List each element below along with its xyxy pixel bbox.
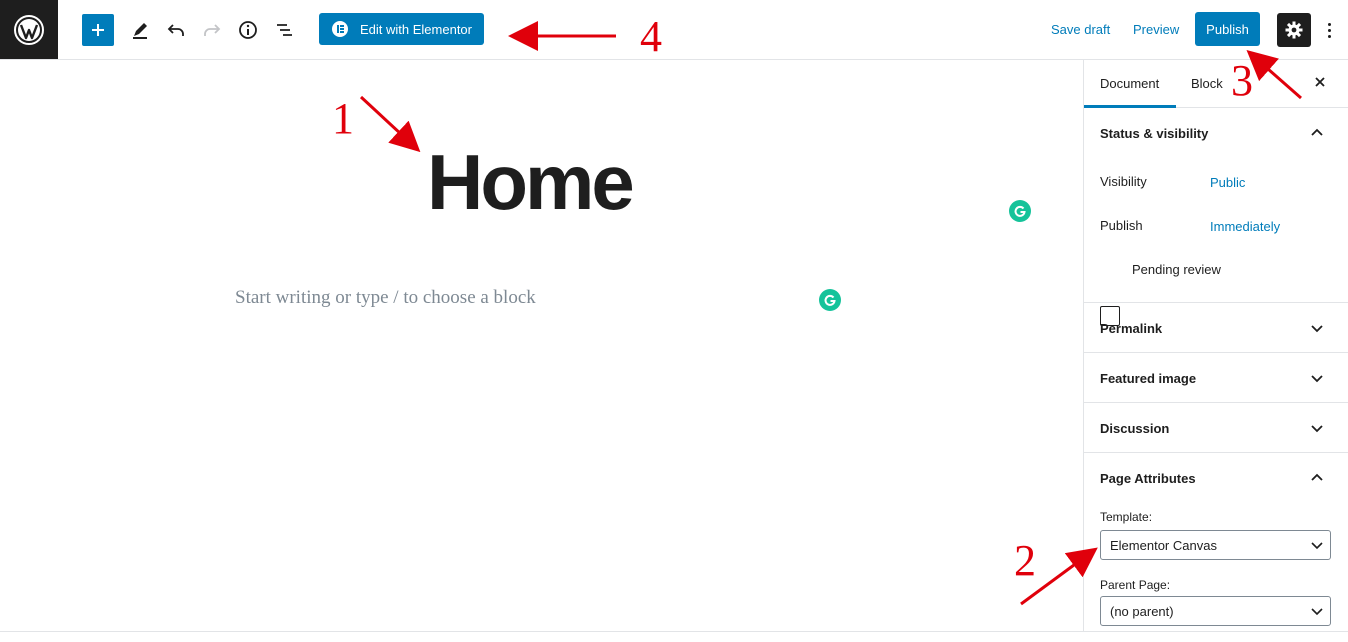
tab-block[interactable]: Block — [1191, 76, 1223, 91]
block-placeholder[interactable]: Start writing or type / to choose a bloc… — [235, 287, 536, 309]
info-icon — [239, 21, 257, 39]
annotation-number-1: 1 — [332, 94, 354, 143]
edit-with-elementor-button[interactable]: Edit with Elementor — [319, 13, 484, 45]
pencil-icon — [133, 23, 147, 39]
redo-button[interactable] — [200, 18, 224, 42]
settings-sidebar: Document Block Status & visibility Visib… — [1083, 60, 1348, 631]
arrow-to-title — [359, 95, 421, 153]
redo-icon — [204, 24, 221, 36]
more-options-button[interactable] — [1322, 18, 1336, 42]
parent-page-select-value: (no parent) — [1110, 604, 1174, 619]
visibility-label: Visibility — [1100, 174, 1147, 189]
discussion-panel[interactable]: Discussion — [1084, 403, 1348, 453]
sidebar-tabs: Document Block — [1084, 60, 1348, 108]
chevron-down-icon — [1311, 542, 1323, 550]
chevron-up-icon — [1311, 473, 1323, 481]
chevron-up-icon — [1311, 128, 1323, 136]
panel-head: Discussion — [1084, 403, 1348, 452]
block-navigation-button[interactable] — [272, 18, 296, 42]
chevron-down-icon — [1311, 375, 1323, 383]
status-visibility-panel: Status & visibility Visibility Public Pu… — [1084, 108, 1348, 326]
publish-date-link[interactable]: Immediately — [1210, 219, 1280, 234]
panel-head: Featured image — [1084, 353, 1348, 402]
chevron-down-icon — [1311, 425, 1323, 433]
grammarly-icon[interactable] — [819, 289, 841, 311]
undo-button[interactable] — [164, 18, 188, 42]
settings-button[interactable] — [1277, 13, 1311, 47]
template-label: Template: — [1100, 510, 1153, 524]
panel-title: Featured image — [1100, 371, 1197, 386]
status-visibility-toggle[interactable]: Status & visibility — [1084, 108, 1348, 157]
annotation-number-2: 2 — [1014, 536, 1036, 585]
page-title[interactable]: Home — [427, 137, 635, 228]
close-icon[interactable] — [1312, 74, 1328, 90]
save-draft-button[interactable]: Save draft — [1051, 22, 1110, 37]
elementor-logo-icon — [332, 21, 348, 37]
template-select[interactable]: Elementor Canvas — [1100, 530, 1331, 560]
grammarly-icon[interactable] — [1009, 200, 1031, 222]
pending-review-label: Pending review — [1132, 262, 1221, 277]
publish-button[interactable]: Publish — [1195, 12, 1260, 46]
tools-button[interactable] — [128, 18, 152, 42]
top-toolbar: Edit with Elementor Save draft Preview P… — [0, 0, 1348, 60]
panel-title: Discussion — [1100, 421, 1170, 436]
panel-title: Status & visibility — [1100, 126, 1209, 141]
parent-page-select[interactable]: (no parent) — [1100, 596, 1331, 626]
permalink-panel[interactable]: Permalink — [1084, 303, 1348, 353]
add-block-button[interactable] — [82, 14, 114, 46]
chevron-down-icon — [1311, 608, 1323, 616]
parent-page-label: Parent Page: — [1100, 578, 1171, 592]
dot — [1327, 34, 1331, 38]
plus-icon — [92, 24, 104, 36]
dot — [1327, 28, 1331, 32]
list-icon — [277, 24, 292, 36]
page-attributes-toggle[interactable]: Page Attributes — [1084, 453, 1348, 502]
panel-title: Page Attributes — [1100, 471, 1196, 486]
info-button[interactable] — [236, 18, 260, 42]
gear-icon — [1285, 21, 1303, 39]
featured-image-panel[interactable]: Featured image — [1084, 353, 1348, 403]
visibility-value-link[interactable]: Public — [1210, 175, 1245, 190]
edit-with-elementor-label: Edit with Elementor — [360, 21, 472, 37]
annotation-number-4: 4 — [640, 12, 662, 61]
panel-head: Permalink — [1084, 303, 1348, 352]
panel-title: Permalink — [1100, 321, 1163, 336]
dot — [1327, 22, 1331, 26]
undo-icon — [167, 24, 184, 36]
editor-footer — [0, 631, 1348, 642]
template-select-value: Elementor Canvas — [1110, 538, 1217, 553]
publish-label: Publish — [1100, 218, 1143, 233]
tab-document[interactable]: Document — [1100, 76, 1159, 91]
wordpress-logo-icon[interactable] — [0, 0, 58, 59]
preview-button[interactable]: Preview — [1133, 22, 1179, 37]
chevron-down-icon — [1311, 325, 1323, 333]
annotation-number-3: 3 — [1231, 56, 1253, 105]
page-attributes-panel: Page Attributes Template: Elementor Canv… — [1084, 453, 1348, 631]
